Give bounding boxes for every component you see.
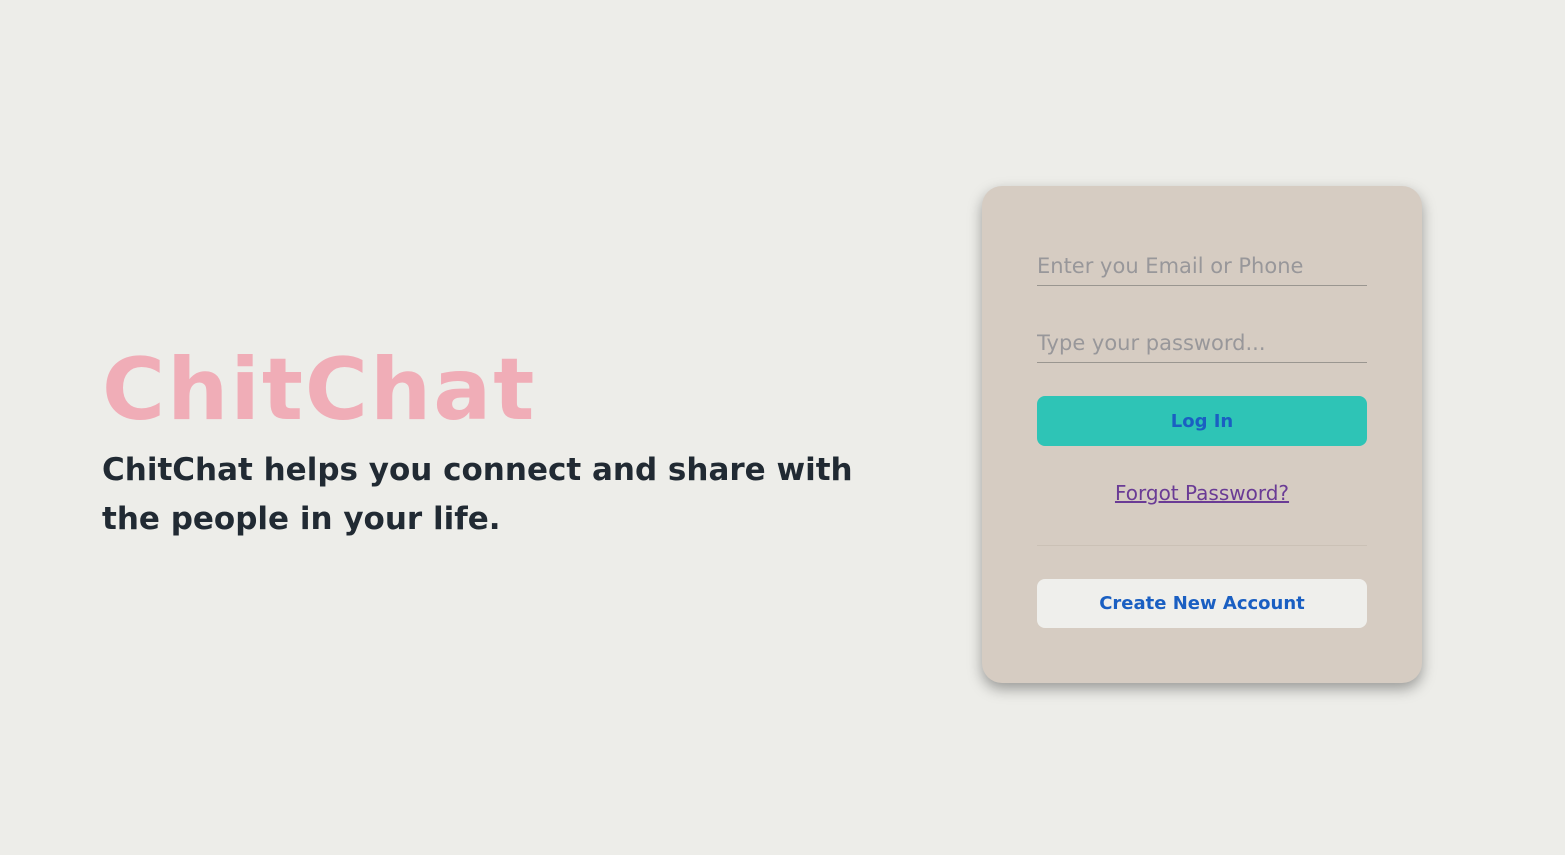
forgot-password-link[interactable]: Forgot Password?: [1037, 481, 1367, 505]
password-field[interactable]: [1037, 323, 1367, 363]
brand-title: ChitChat: [102, 340, 537, 440]
login-card: Log In Forgot Password? Create New Accou…: [982, 186, 1422, 683]
divider: [1037, 545, 1367, 546]
login-button[interactable]: Log In: [1037, 396, 1367, 446]
login-page: ChitChat ChitChat helps you connect and …: [0, 0, 1565, 855]
brand-block: ChitChat ChitChat helps you connect and …: [102, 340, 882, 544]
brand-tagline: ChitChat helps you connect and share wit…: [102, 452, 853, 537]
email-field[interactable]: [1037, 246, 1367, 286]
create-account-button[interactable]: Create New Account: [1037, 579, 1367, 628]
